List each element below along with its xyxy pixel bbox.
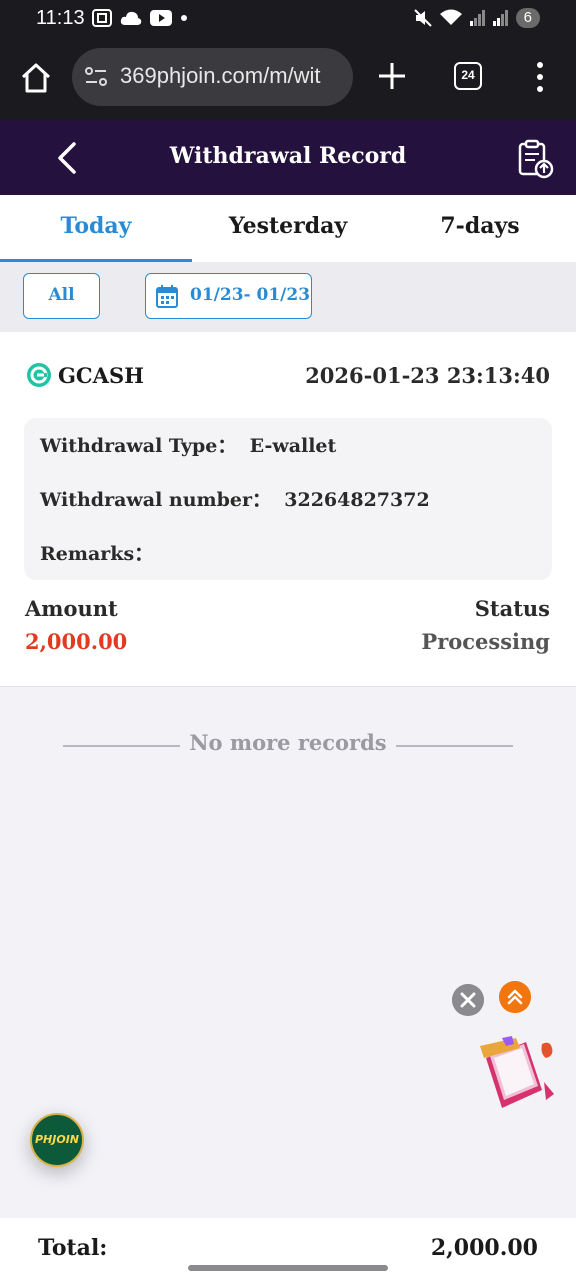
tab-yesterday[interactable]: Yesterday (192, 195, 384, 262)
withdrawal-type-line: Withdrawal Type： E-wallet (40, 435, 337, 457)
record-details: Withdrawal Type： E-wallet Withdrawal num… (24, 418, 552, 580)
no-more-records: No more records (189, 730, 387, 755)
battery-indicator: 6 (515, 8, 540, 28)
phjoin-logo[interactable]: PHJOIN (30, 1113, 84, 1167)
dot-icon (181, 15, 187, 21)
close-icon[interactable] (452, 984, 484, 1016)
gcash-logo-icon (27, 363, 51, 387)
status-time: 11:13 (36, 7, 85, 29)
withdrawal-number-line: Withdrawal number： 32264827372 (40, 489, 430, 511)
status-bar: 11:13 6 (0, 0, 576, 38)
remarks-line: Remarks： (40, 543, 154, 565)
total-label: Total: (38, 1235, 108, 1261)
app-header: Withdrawal Record (0, 120, 576, 195)
record-datetime: 2026-01-23 23:13:40 (305, 363, 550, 388)
home-icon[interactable] (18, 60, 54, 96)
withdrawal-record-card: GCASH 2026-01-23 23:13:40 Withdrawal Typ… (0, 332, 576, 687)
home-indicator[interactable] (188, 1265, 388, 1271)
total-value: 2,000.00 (430, 1235, 538, 1261)
date-range-button[interactable]: 01/23- 01/23 (145, 273, 312, 319)
site-settings-icon[interactable] (84, 66, 108, 88)
payment-method-name: GCASH (58, 362, 144, 388)
browser-toolbar: 369phjoin.com/m/wit 24 (0, 38, 576, 120)
page-title: Withdrawal Record (169, 143, 407, 169)
amount-value: 2,000.00 (25, 629, 128, 654)
scroll-to-top-icon[interactable] (499, 981, 531, 1013)
date-range-label: 01/23- 01/23 (190, 285, 311, 305)
youtube-icon (150, 10, 172, 26)
status-left-icons (92, 9, 188, 27)
new-tab-icon[interactable] (376, 60, 408, 92)
status-value: Processing (421, 629, 550, 654)
clipboard-upload-icon[interactable] (514, 138, 556, 180)
status-right-icons: 6 (413, 8, 540, 28)
divider-right (396, 745, 513, 747)
more-menu-icon[interactable] (532, 60, 548, 94)
calendar-icon (156, 285, 178, 308)
payment-method: GCASH (26, 362, 144, 388)
amount-label: Amount (25, 596, 118, 621)
address-bar[interactable]: 369phjoin.com/m/wit (72, 48, 353, 106)
tab-7-days[interactable]: 7-days (384, 195, 576, 262)
filter-all-button[interactable]: All (23, 273, 100, 319)
wifi-icon (439, 9, 462, 25)
filter-row: All 01/23- 01/23 (0, 262, 576, 332)
cloud-icon (120, 11, 142, 25)
promo-gift-icon[interactable] (472, 1034, 558, 1116)
url-text: 369phjoin.com/m/wit (120, 63, 321, 88)
tab-switcher-button[interactable]: 24 (454, 62, 482, 90)
signal-icon (492, 10, 508, 26)
signal-icon (469, 10, 485, 26)
screenshot-icon (92, 9, 112, 27)
mute-icon (413, 9, 432, 27)
tab-today[interactable]: Today (0, 195, 192, 262)
status-label: Status (474, 596, 550, 621)
date-tabs: Today Yesterday 7-days (0, 195, 576, 262)
